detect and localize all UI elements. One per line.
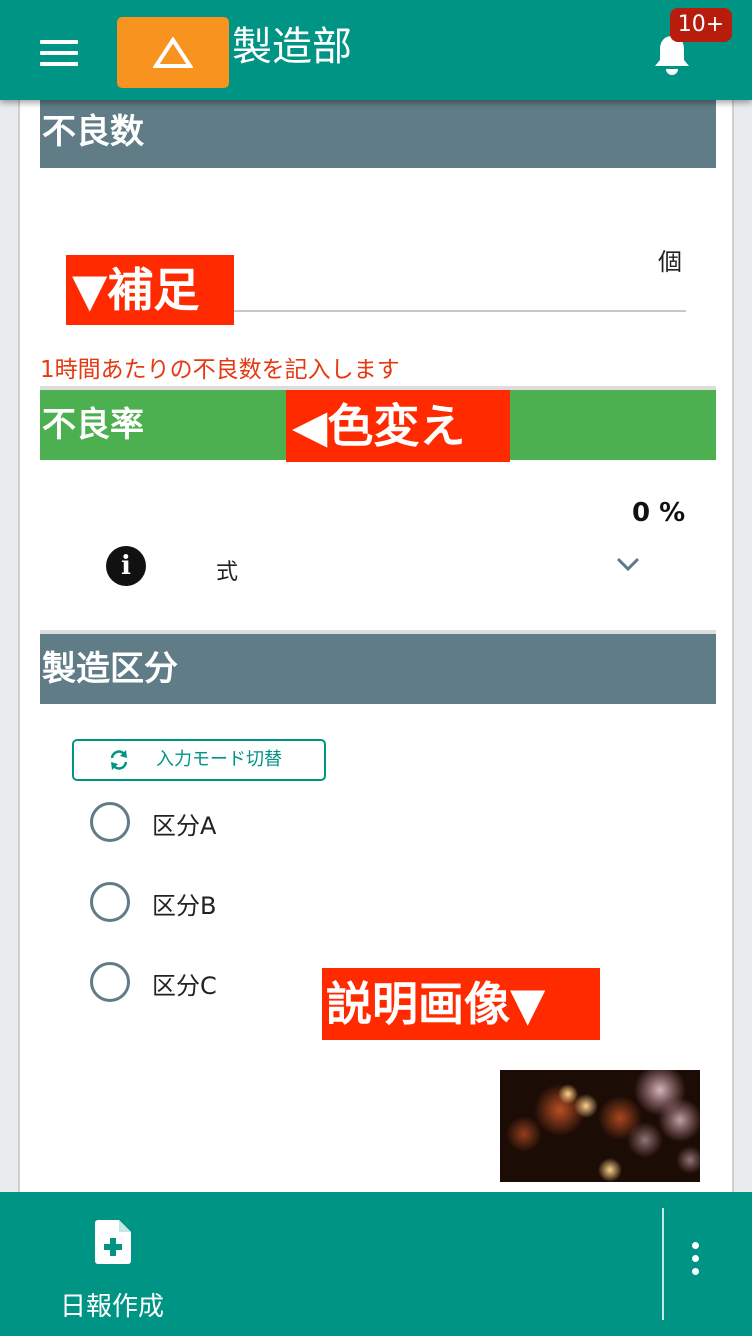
footer-divider bbox=[662, 1208, 664, 1320]
chevron-down-icon[interactable] bbox=[616, 556, 640, 572]
more-vert-icon[interactable] bbox=[680, 1242, 710, 1292]
app: 製造部 10+ 不良数 個 ▼補足 1時間あたりの不良数を記入します 不良率 ◀… bbox=[0, 0, 752, 1336]
radio-label: 区分B bbox=[152, 892, 217, 920]
input-mode-toggle-button[interactable]: 入力モード切替 bbox=[72, 739, 326, 781]
formula-label: 式 bbox=[216, 560, 239, 585]
section-header-defects: 不良数 bbox=[40, 100, 716, 168]
radio-label: 区分C bbox=[152, 972, 217, 1000]
info-icon[interactable]: i bbox=[106, 546, 146, 586]
section-title-defect-rate: 不良率 bbox=[42, 405, 144, 445]
create-report-button[interactable]: 日報作成 bbox=[40, 1212, 190, 1322]
defects-note: 1時間あたりの不良数を記入します bbox=[40, 357, 400, 383]
explanation-image[interactable] bbox=[500, 1070, 700, 1182]
form-content: 不良数 個 ▼補足 1時間あたりの不良数を記入します 不良率 ◀色変え 0 % … bbox=[18, 100, 734, 1192]
file-add-icon bbox=[95, 1220, 131, 1264]
page-title: 製造部 bbox=[232, 24, 352, 70]
section-title-category: 製造区分 bbox=[42, 649, 178, 689]
app-header: 製造部 10+ bbox=[0, 0, 752, 100]
night-blossom-photo bbox=[500, 1070, 700, 1182]
radio-button[interactable] bbox=[90, 882, 130, 922]
radio-label: 区分A bbox=[152, 812, 217, 840]
annotation-supplement: ▼補足 bbox=[66, 255, 234, 325]
warning-triangle-icon bbox=[153, 37, 193, 68]
section-header-category: 製造区分 bbox=[40, 634, 716, 704]
create-report-label: 日報作成 bbox=[60, 1292, 165, 1322]
section-title-defects: 不良数 bbox=[42, 112, 144, 152]
bottom-bar: 日報作成 bbox=[0, 1192, 752, 1336]
radio-button[interactable] bbox=[90, 802, 130, 842]
notification-badge: 10+ bbox=[670, 8, 732, 42]
app-logo[interactable] bbox=[117, 17, 229, 88]
defect-rate-value: 0 % bbox=[632, 498, 686, 528]
sync-icon bbox=[110, 750, 128, 770]
defects-unit: 個 bbox=[658, 248, 682, 276]
hamburger-menu-icon[interactable] bbox=[40, 40, 78, 66]
input-mode-toggle-label: 入力モード切替 bbox=[156, 749, 282, 770]
annotation-color-change: ◀色変え bbox=[286, 390, 510, 462]
radio-button[interactable] bbox=[90, 962, 130, 1002]
annotation-explanation-image: 説明画像▼ bbox=[322, 968, 600, 1040]
